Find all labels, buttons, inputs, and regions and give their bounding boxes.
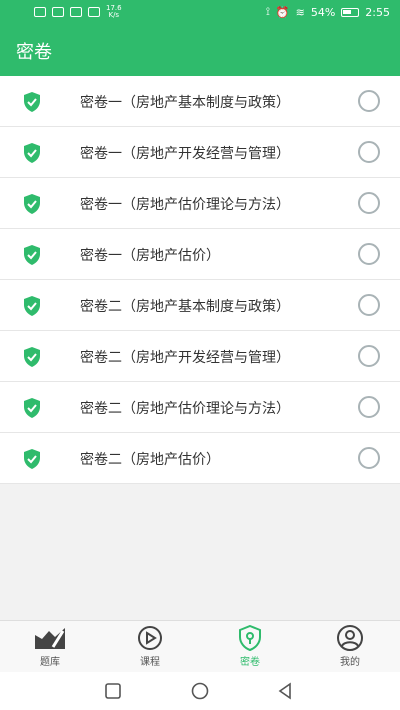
- select-radio[interactable]: [358, 243, 380, 265]
- alarm-icon: ⏰: [275, 5, 290, 19]
- list-item[interactable]: 密卷一（房地产估价）: [0, 229, 400, 280]
- shield-check-icon: [24, 347, 40, 367]
- list-item[interactable]: 密卷一（房地产开发经营与管理）: [0, 127, 400, 178]
- paper-title: 密卷一（房地产估价）: [80, 247, 220, 264]
- shield-icon: [239, 625, 261, 651]
- page-title: 密卷: [16, 42, 52, 63]
- list-item[interactable]: 密卷一（房地产估价理论与方法）: [0, 178, 400, 229]
- image-icon: [88, 7, 100, 17]
- paper-title: 密卷二（房地产估价理论与方法）: [80, 400, 290, 417]
- list-item[interactable]: 密卷二（房地产估价理论与方法）: [0, 382, 400, 433]
- status-left: 17.6 K/s: [34, 5, 122, 19]
- tab-label: 题库: [40, 657, 60, 668]
- paper-title: 密卷一（房地产估价理论与方法）: [80, 196, 290, 213]
- shield-check-icon: [24, 143, 40, 163]
- system-nav-bar: [0, 672, 400, 710]
- paper-title: 密卷二（房地产开发经营与管理）: [80, 349, 290, 366]
- signal-icon: [52, 7, 64, 17]
- shield-check-icon: [24, 92, 40, 112]
- list-item[interactable]: 密卷二（房地产基本制度与政策）: [0, 280, 400, 331]
- select-radio[interactable]: [358, 90, 380, 112]
- list-item[interactable]: 密卷二（房地产开发经营与管理）: [0, 331, 400, 382]
- paper-title: 密卷一（房地产开发经营与管理）: [80, 145, 290, 162]
- paper-title: 密卷二（房地产基本制度与政策）: [80, 298, 290, 315]
- tab-course[interactable]: 课程: [120, 625, 180, 673]
- tab-question-bank[interactable]: 题库: [20, 625, 80, 673]
- shield-check-icon: [24, 194, 40, 214]
- battery-icon: [341, 7, 360, 17]
- tab-mine[interactable]: 我的: [320, 625, 380, 673]
- shield-check-icon: [24, 296, 40, 316]
- paper-title: 密卷二（房地产估价）: [80, 451, 220, 468]
- list-item[interactable]: 密卷一（房地产基本制度与政策）: [0, 76, 400, 127]
- select-radio[interactable]: [358, 192, 380, 214]
- vibrate-icon: ⟟: [265, 5, 270, 18]
- shield-check-icon: [24, 398, 40, 418]
- usb-icon: [70, 7, 82, 17]
- select-radio[interactable]: [358, 294, 380, 316]
- shield-check-icon: [24, 449, 40, 469]
- paper-title: 密卷一（房地产基本制度与政策）: [80, 94, 290, 111]
- tab-label: 课程: [140, 657, 160, 668]
- user-icon: [337, 625, 363, 651]
- select-radio[interactable]: [358, 396, 380, 418]
- sim-icon: [34, 7, 46, 17]
- question-bank-icon: [35, 628, 65, 649]
- network-speed: 17.6 K/s: [106, 4, 122, 19]
- back-icon[interactable]: [276, 682, 294, 700]
- clock: 2:55: [365, 5, 390, 19]
- status-bar: 17.6 K/s ⟟ ⏰ ≋ 54% 2:55: [0, 0, 400, 24]
- tab-secret-papers[interactable]: 密卷: [220, 625, 280, 673]
- bottom-tab-bar: 题库 课程 密卷 我的: [0, 620, 400, 673]
- battery-percent: 54%: [310, 5, 336, 19]
- paper-list: 密卷一（房地产基本制度与政策） 密卷一（房地产开发经营与管理） 密卷一（房地产估…: [0, 76, 400, 484]
- tab-label: 我的: [340, 657, 360, 668]
- select-radio[interactable]: [358, 447, 380, 469]
- wifi-icon: ≋: [295, 5, 305, 19]
- recent-apps-icon[interactable]: [104, 682, 122, 700]
- home-icon[interactable]: [190, 682, 210, 700]
- app-bar: 密卷: [0, 24, 400, 76]
- select-radio[interactable]: [358, 345, 380, 367]
- select-radio[interactable]: [358, 141, 380, 163]
- status-right: ⟟ ⏰ ≋ 54% 2:55: [266, 5, 390, 19]
- tab-label: 密卷: [240, 657, 260, 668]
- play-icon: [138, 626, 162, 650]
- list-item[interactable]: 密卷二（房地产估价）: [0, 433, 400, 484]
- shield-check-icon: [24, 245, 40, 265]
